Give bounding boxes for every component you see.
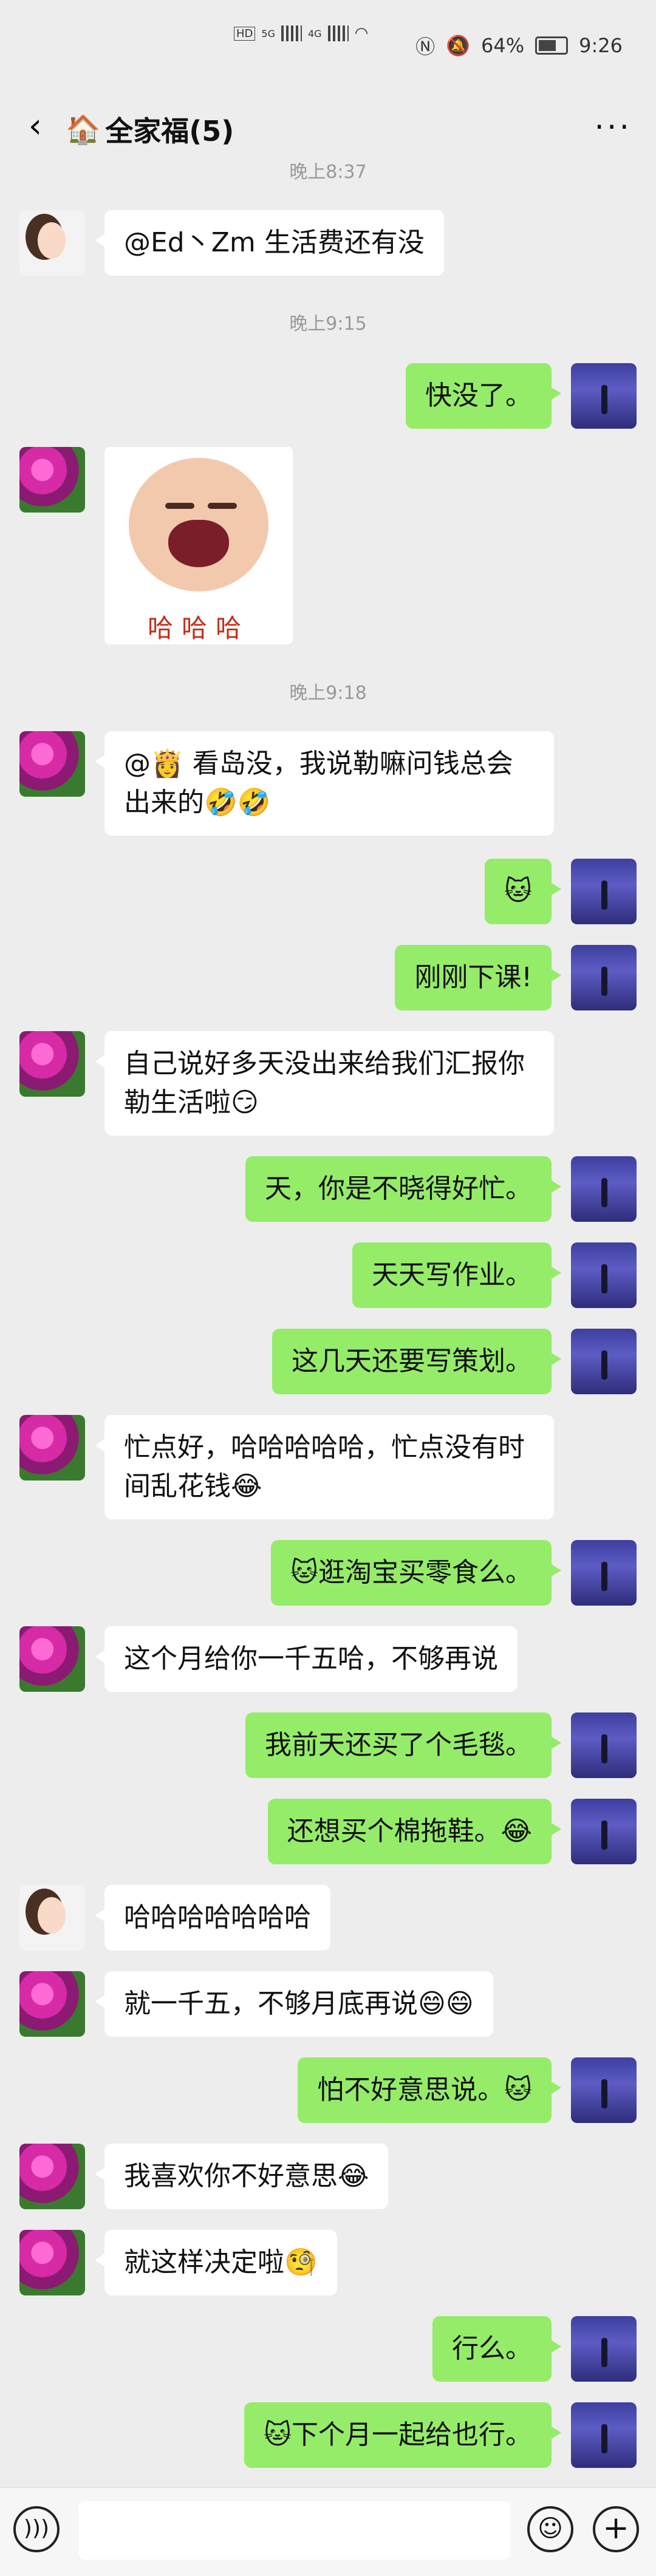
message-bubble[interactable]: 这个月给你一千五哈，不够再说 [95, 1626, 518, 1692]
avatar[interactable] [19, 447, 85, 513]
avatar[interactable] [19, 210, 85, 276]
message-bubble[interactable]: 快没了。 [406, 363, 561, 429]
avatar[interactable] [19, 2144, 85, 2209]
group-name: 全家福(5) [105, 115, 234, 148]
timestamp: 晚上9:15 [289, 313, 367, 335]
network-indicators: HD 5G 4G ◠ [234, 24, 368, 43]
message-bubble[interactable]: 🐱下个月一起给也行。 [244, 2402, 561, 2468]
avatar[interactable] [19, 731, 85, 797]
wifi-icon: ◠ [354, 24, 369, 43]
signal-icon-2 [327, 26, 349, 41]
message-bubble[interactable]: 就这样决定啦🧐 [95, 2230, 337, 2295]
network-gen-1: 5G [261, 27, 275, 39]
chat-title: 🏠 全家福(5) [66, 109, 234, 149]
home-icon: 🏠 [66, 112, 101, 146]
message-bubble[interactable]: 刚刚下课! [395, 945, 561, 1010]
message-bubble[interactable]: 我喜欢你不好意思😂 [94, 2144, 389, 2209]
avatar[interactable] [571, 1799, 637, 1864]
message-bubble[interactable]: 我前天还买了个毛毯。 [245, 1712, 561, 1778]
message-bubble[interactable]: 行么。 [432, 2316, 561, 2382]
avatar[interactable] [19, 1415, 85, 1481]
avatar[interactable] [571, 2057, 637, 2123]
message-bubble[interactable]: 这几天还要写策划。 [272, 1329, 561, 1394]
avatar[interactable] [571, 945, 637, 1010]
voice-icon[interactable]: ))) [13, 2506, 60, 2552]
avatar[interactable] [19, 1626, 85, 1692]
avatar[interactable] [571, 859, 637, 924]
avatar[interactable] [19, 1971, 85, 2037]
message-bubble[interactable]: @👸 看岛没，我说勒嘛问钱总会出来的🤣🤣 [95, 731, 554, 836]
emoji-icon[interactable]: ☺ [527, 2506, 573, 2552]
message-bubble[interactable]: 还想买个棉拖鞋。😂 [267, 1799, 562, 1864]
chat-header: ‹ 🏠 全家福(5) ··· [0, 97, 656, 164]
sticker-baby-laughing[interactable]: 哈哈哈 [104, 447, 293, 644]
timestamp: 晚上8:37 [289, 162, 367, 183]
avatar[interactable] [571, 1540, 637, 1606]
network-gen-2: 4G [307, 27, 322, 39]
plus-icon[interactable]: + [593, 2506, 639, 2552]
avatar[interactable] [571, 1242, 637, 1308]
battery-icon [535, 36, 569, 55]
status-right: Ⓝ 🔕 64% 9:26 [415, 32, 623, 60]
avatar[interactable] [571, 1712, 637, 1778]
message-input[interactable] [79, 2501, 510, 2560]
clock: 9:26 [579, 34, 623, 57]
avatar[interactable] [571, 2402, 637, 2468]
message-bubble[interactable]: 自己说好多天没出来给我们汇报你勒生活啦😏 [95, 1031, 554, 1136]
message-bubble[interactable]: 🐱 [485, 859, 561, 924]
battery-percent: 64% [481, 34, 525, 57]
message-bubble[interactable]: @Ed丶Zm 生活费还有没 [95, 210, 444, 276]
avatar[interactable] [19, 2230, 85, 2295]
message-bubble[interactable]: 怕不好意思说。🐱 [298, 2057, 561, 2123]
input-bar: ))) ☺ + [0, 2487, 656, 2576]
status-bar: HD 5G 4G ◠ Ⓝ 🔕 64% 9:26 [0, 0, 656, 97]
baby-mouth [168, 520, 229, 567]
message-bubble[interactable]: 哈哈哈哈哈哈哈 [95, 1885, 330, 1951]
avatar[interactable] [571, 363, 637, 429]
nfc-icon: Ⓝ [415, 35, 436, 58]
avatar[interactable] [571, 1329, 637, 1394]
baby-eye [208, 503, 237, 509]
back-icon[interactable]: ‹ [17, 108, 53, 145]
sticker-caption: 哈哈哈 [147, 613, 250, 643]
mute-icon: 🔕 [446, 34, 471, 57]
message-bubble[interactable]: 忙点好，哈哈哈哈哈，忙点没有时间乱花钱😂 [95, 1415, 554, 1519]
avatar[interactable] [19, 1031, 85, 1097]
message-bubble[interactable]: 天，你是不晓得好忙。 [245, 1156, 561, 1222]
signal-icon [281, 26, 302, 41]
baby-eye [165, 503, 194, 509]
hd-badge: HD [234, 26, 256, 41]
timestamp: 晚上9:18 [289, 683, 367, 704]
message-bubble[interactable]: 天天写作业。 [352, 1242, 561, 1308]
avatar[interactable] [571, 2316, 637, 2382]
message-bubble[interactable]: 就一千五，不够月底再说😄😄 [95, 1971, 493, 2037]
message-bubble[interactable]: 🐱逛淘宝买零食么。 [271, 1540, 561, 1606]
avatar[interactable] [19, 1885, 85, 1951]
more-icon[interactable]: ··· [594, 109, 632, 146]
avatar[interactable] [571, 1156, 637, 1222]
